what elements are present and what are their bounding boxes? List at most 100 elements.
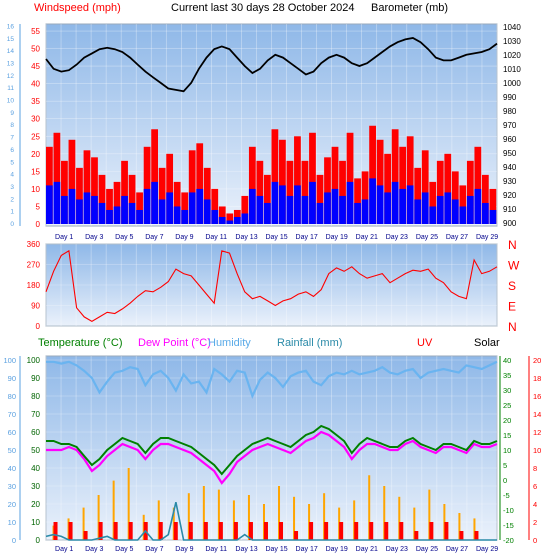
uv-bar bbox=[263, 522, 268, 540]
uv-bar bbox=[203, 522, 208, 540]
average-bar bbox=[256, 195, 264, 224]
uv-tick-label: 4 bbox=[533, 500, 537, 509]
y-tick-label: 15 bbox=[31, 167, 40, 176]
uv-bar bbox=[309, 522, 314, 540]
average-bar bbox=[294, 185, 301, 224]
y2-tick-label: 1 bbox=[10, 209, 14, 216]
average-bar bbox=[263, 202, 271, 224]
y-tick-label: 40 bbox=[31, 80, 40, 89]
x-tick-label: Day 25 bbox=[416, 234, 438, 241]
y-right-tick-label: 970 bbox=[503, 121, 517, 130]
average-bar bbox=[181, 209, 189, 224]
average-bar bbox=[451, 199, 459, 224]
humidity-tick-label: 30 bbox=[8, 482, 16, 491]
humidity-tick-label: 0 bbox=[12, 536, 16, 545]
x-tick-label: Day 27 bbox=[446, 546, 468, 553]
average-bar bbox=[188, 192, 196, 224]
uv-bar bbox=[188, 522, 193, 540]
average-bar bbox=[136, 209, 143, 224]
barometer-label: Barometer (mb) bbox=[371, 2, 448, 14]
average-bar bbox=[361, 199, 369, 224]
uv-bar bbox=[324, 522, 329, 540]
x-tick-label: Day 11 bbox=[205, 546, 227, 553]
uv-bar bbox=[414, 531, 419, 540]
uv-bar bbox=[279, 522, 284, 540]
x-tick-label: Day 9 bbox=[175, 546, 193, 553]
y-tick-label: 20 bbox=[31, 150, 40, 159]
humidity-tick-label: 70 bbox=[8, 410, 16, 419]
average-bar bbox=[248, 188, 256, 224]
legend-dewpoint: Dew Point (°C) bbox=[138, 337, 211, 349]
average-bar bbox=[429, 206, 437, 224]
average-bar bbox=[489, 209, 497, 224]
y2-tick-label: 14 bbox=[7, 48, 15, 55]
y2-tick-label: 13 bbox=[7, 61, 15, 68]
x-tick-label: Day 17 bbox=[296, 234, 318, 241]
humidity-tick-label: 50 bbox=[8, 446, 16, 455]
y-tick-label: 5 bbox=[36, 202, 41, 211]
average-bar bbox=[68, 188, 76, 224]
legend-temperature: Temperature (°C) bbox=[38, 337, 122, 349]
y-tick-label: 80 bbox=[31, 392, 40, 401]
windspeed-label: Windspeed (mph) bbox=[34, 2, 121, 14]
compass-label: N bbox=[508, 320, 517, 334]
legend-humidity: Humidity bbox=[208, 337, 251, 349]
x-tick-label: Day 11 bbox=[205, 234, 227, 241]
average-bar bbox=[339, 195, 346, 224]
y2-tick-label: 3 bbox=[10, 184, 14, 191]
y-tick-label: 0 bbox=[36, 322, 41, 331]
rain-tick-label: -20 bbox=[503, 536, 514, 545]
uv-bar bbox=[128, 522, 133, 540]
average-bar bbox=[233, 216, 241, 224]
x-tick-label: Day 15 bbox=[265, 234, 287, 241]
rain-tick-label: 25 bbox=[503, 401, 511, 410]
temperature-humidity-chart: 0 010 1020 2030 3040 4050 5060 6070 7080 8090 9010… bbox=[3, 355, 541, 553]
y-tick-label: 360 bbox=[27, 240, 41, 249]
uv-bar bbox=[474, 531, 479, 540]
y-right-tick-label: 980 bbox=[503, 107, 517, 116]
y-right-tick-label: 1030 bbox=[503, 37, 521, 46]
uv-bar bbox=[233, 522, 238, 540]
uv-tick-label: 18 bbox=[533, 374, 541, 383]
y-right-tick-label: 990 bbox=[503, 93, 517, 102]
x-tick-label: Day 21 bbox=[356, 234, 378, 241]
wind-barometer-chart: 0510152025303540455055012345678910111213… bbox=[7, 23, 522, 241]
x-tick-label: Day 5 bbox=[115, 546, 133, 553]
uv-bar bbox=[294, 531, 299, 540]
y-right-tick-label: 1020 bbox=[503, 51, 521, 60]
rain-tick-label: 15 bbox=[503, 431, 511, 440]
rain-tick-label: -15 bbox=[503, 521, 514, 530]
x-tick-label: Day 17 bbox=[296, 546, 318, 553]
average-bar bbox=[286, 195, 294, 224]
humidity-tick-label: 10 bbox=[8, 518, 16, 527]
rain-tick-label: 35 bbox=[503, 371, 511, 380]
average-bar bbox=[436, 195, 444, 224]
x-tick-label: Day 27 bbox=[446, 234, 468, 241]
y-tick-label: 25 bbox=[31, 132, 40, 141]
x-tick-label: Day 15 bbox=[265, 546, 287, 553]
y2-tick-label: 16 bbox=[7, 23, 15, 30]
compass-label: N bbox=[508, 238, 517, 252]
y2-tick-label: 11 bbox=[7, 85, 14, 92]
legend-uv: UV bbox=[417, 337, 433, 349]
average-bar bbox=[399, 188, 407, 224]
average-bar bbox=[151, 181, 158, 224]
uv-bar bbox=[444, 522, 449, 540]
weather-charts: Windspeed (mph) Current last 30 days 28 … bbox=[0, 0, 555, 554]
average-bar bbox=[76, 199, 83, 224]
y-tick-label: 30 bbox=[31, 115, 40, 124]
humidity-tick-label: 80 bbox=[8, 392, 16, 401]
x-tick-label: Day 13 bbox=[235, 546, 257, 553]
average-bar bbox=[279, 185, 286, 224]
average-bar bbox=[211, 209, 219, 224]
average-bar bbox=[459, 206, 467, 224]
uv-bar bbox=[369, 522, 374, 540]
average-bar bbox=[128, 202, 136, 224]
y-right-tick-label: 950 bbox=[503, 149, 517, 158]
average-bar bbox=[444, 192, 452, 224]
uv-bar bbox=[173, 522, 178, 540]
y-tick-label: 0 bbox=[36, 536, 41, 545]
legend-solar: Solar bbox=[474, 337, 500, 349]
y-tick-label: 180 bbox=[27, 281, 41, 290]
y2-tick-label: 6 bbox=[10, 147, 14, 154]
